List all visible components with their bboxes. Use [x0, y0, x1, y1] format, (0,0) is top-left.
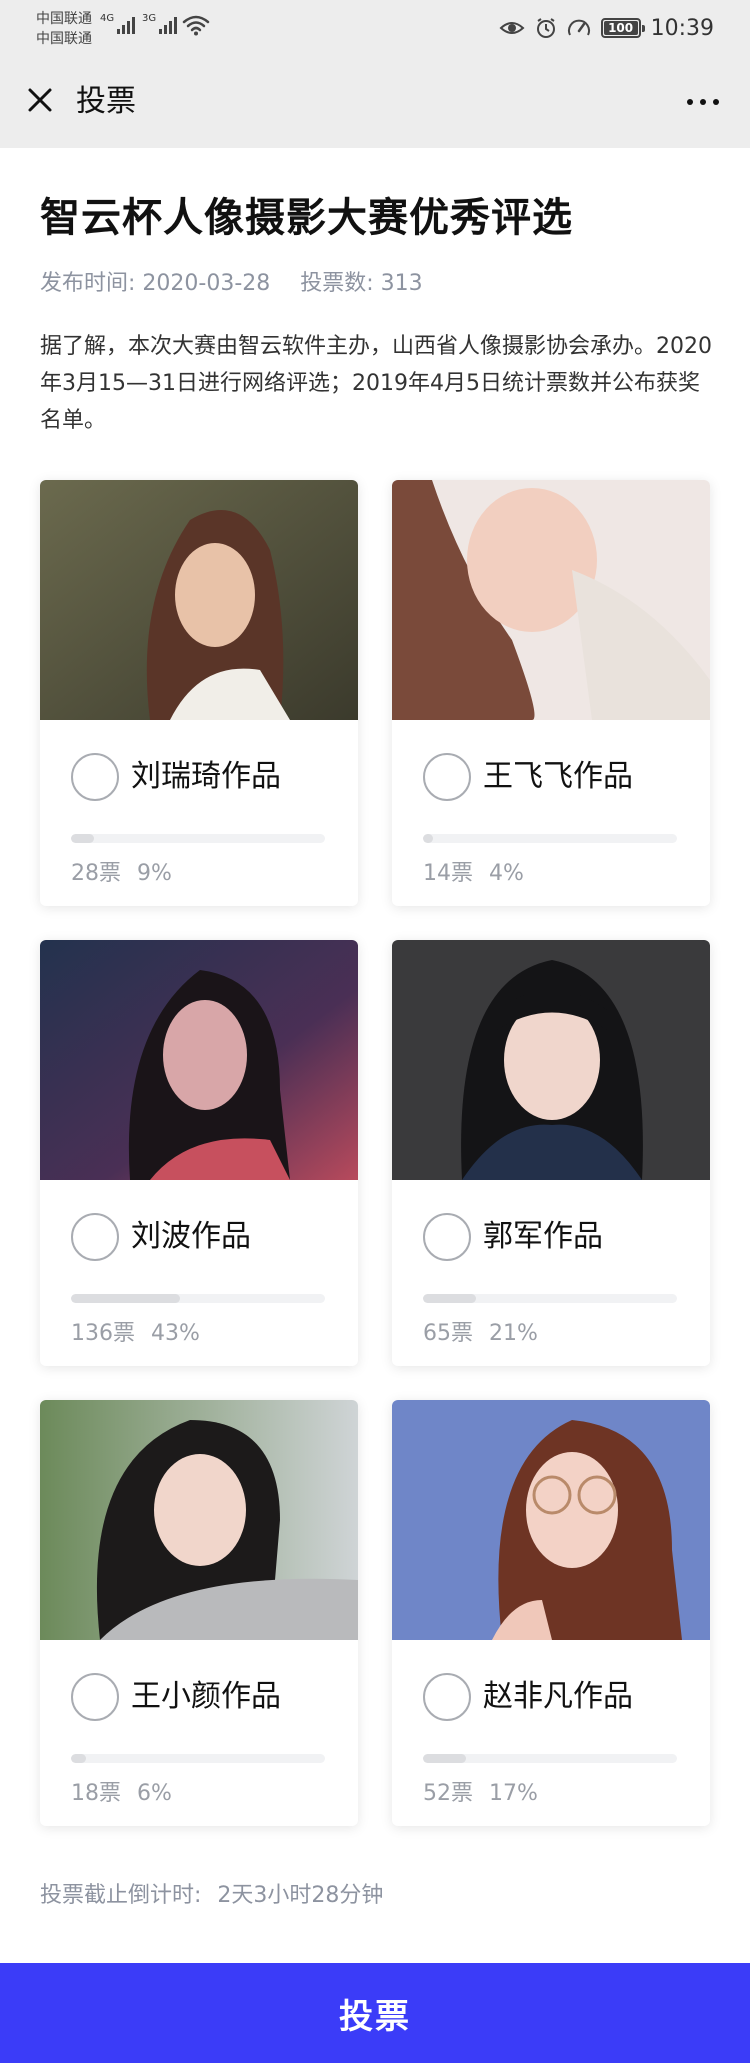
candidate-select[interactable]: 刘波作品 — [71, 1213, 251, 1261]
candidate-select[interactable]: 郭军作品 — [423, 1213, 603, 1261]
vote-stats: 136票 43% — [71, 1318, 200, 1350]
nav-bar: 投票 — [0, 56, 750, 148]
speedometer-icon — [567, 19, 590, 36]
portrait-photo[interactable] — [40, 1400, 358, 1640]
status-time: 10:39 — [650, 15, 714, 41]
candidate-select[interactable]: 王小颜作品 — [71, 1673, 281, 1721]
page-title: 智云杯人像摄影大赛优秀评选 — [40, 195, 573, 241]
carrier-info: 中国联通 中国联通 — [36, 9, 92, 49]
vote-progress-bar — [71, 1294, 325, 1303]
radio-button[interactable] — [71, 1673, 119, 1721]
vote-progress-bar — [423, 1754, 677, 1763]
vote-stats: 52票 17% — [423, 1778, 538, 1810]
vote-count: 投票数: 313 — [300, 271, 423, 296]
candidate-card[interactable]: 王飞飞作品 14票 4% — [392, 480, 710, 906]
carrier-1: 中国联通 — [36, 11, 92, 27]
vote-total: 28票 — [71, 861, 121, 886]
vote-percent: 17% — [489, 1781, 538, 1806]
carrier-2: 中国联通 — [36, 31, 92, 47]
radio-button[interactable] — [423, 1213, 471, 1261]
candidate-select[interactable]: 赵非凡作品 — [423, 1673, 633, 1721]
radio-button[interactable] — [423, 753, 471, 801]
candidate-card[interactable]: 郭军作品 65票 21% — [392, 940, 710, 1366]
article-description: 据了解，本次大赛由智云软件主办，山西省人像摄影协会承办。2020年3月15—31… — [40, 334, 712, 433]
vote-percent: 4% — [489, 861, 524, 886]
candidate-card[interactable]: 王小颜作品 18票 6% — [40, 1400, 358, 1826]
portrait-photo[interactable] — [392, 940, 710, 1180]
signal-2-icon: 3G — [142, 14, 178, 34]
vote-stats: 14票 4% — [423, 858, 524, 890]
vote-stats: 18票 6% — [71, 1778, 172, 1810]
portrait-photo[interactable] — [392, 1400, 710, 1640]
radio-button[interactable] — [423, 1673, 471, 1721]
vote-total: 14票 — [423, 861, 473, 886]
candidate-name: 刘波作品 — [131, 1219, 251, 1254]
vote-progress-bar — [423, 834, 677, 843]
candidate-card[interactable]: 刘瑞琦作品 28票 9% — [40, 480, 358, 906]
alarm-icon — [536, 18, 555, 38]
candidate-name: 刘瑞琦作品 — [131, 759, 281, 794]
candidate-name: 王小颜作品 — [131, 1679, 281, 1714]
battery-icon: 100 — [600, 18, 645, 38]
candidate-grid: 刘瑞琦作品 28票 9% 王飞飞作品 14票 4% 刘波作品 136票 43% … — [40, 480, 710, 1826]
portrait-photo[interactable] — [40, 940, 358, 1180]
vote-total: 136票 — [71, 1321, 135, 1346]
close-icon[interactable] — [22, 82, 62, 122]
vote-countdown: 投票截止倒计时: 2天3小时28分钟 — [40, 1880, 383, 1912]
radio-button[interactable] — [71, 753, 119, 801]
more-dots-icon[interactable] — [678, 82, 728, 122]
publish-time: 发布时间: 2020-03-28 — [40, 271, 271, 296]
article-meta: 发布时间: 2020-03-28 投票数: 313 — [40, 268, 423, 300]
vote-stats: 65票 21% — [423, 1318, 538, 1350]
wifi-icon — [182, 15, 210, 36]
vote-percent: 6% — [137, 1781, 172, 1806]
vote-total: 65票 — [423, 1321, 473, 1346]
vote-button[interactable]: 投票 — [0, 1963, 750, 2063]
vote-percent: 43% — [151, 1321, 200, 1346]
candidate-name: 郭军作品 — [483, 1219, 603, 1254]
vote-progress-bar — [71, 834, 325, 843]
portrait-photo[interactable] — [392, 480, 710, 720]
candidate-select[interactable]: 刘瑞琦作品 — [71, 753, 281, 801]
candidate-name: 王飞飞作品 — [483, 759, 633, 794]
status-bar: 中国联通 中国联通 4G 3G 100 10:39 — [0, 0, 750, 56]
status-right: 100 10:39 — [499, 12, 714, 44]
portrait-photo[interactable] — [40, 480, 358, 720]
countdown-value: 2天3小时28分钟 — [217, 1883, 384, 1908]
vote-progress-bar — [71, 1754, 325, 1763]
vote-percent: 9% — [137, 861, 172, 886]
countdown-label: 投票截止倒计时: — [40, 1883, 202, 1908]
radio-button[interactable] — [71, 1213, 119, 1261]
vote-percent: 21% — [489, 1321, 538, 1346]
signal-1-icon: 4G — [100, 14, 136, 34]
vote-total: 52票 — [423, 1781, 473, 1806]
vote-stats: 28票 9% — [71, 858, 172, 890]
vote-progress-bar — [423, 1294, 677, 1303]
vote-total: 18票 — [71, 1781, 121, 1806]
candidate-name: 赵非凡作品 — [483, 1679, 633, 1714]
candidate-card[interactable]: 刘波作品 136票 43% — [40, 940, 358, 1366]
nav-title: 投票 — [76, 84, 136, 119]
candidate-card[interactable]: 赵非凡作品 52票 17% — [392, 1400, 710, 1826]
candidate-select[interactable]: 王飞飞作品 — [423, 753, 633, 801]
eye-icon — [499, 22, 525, 34]
